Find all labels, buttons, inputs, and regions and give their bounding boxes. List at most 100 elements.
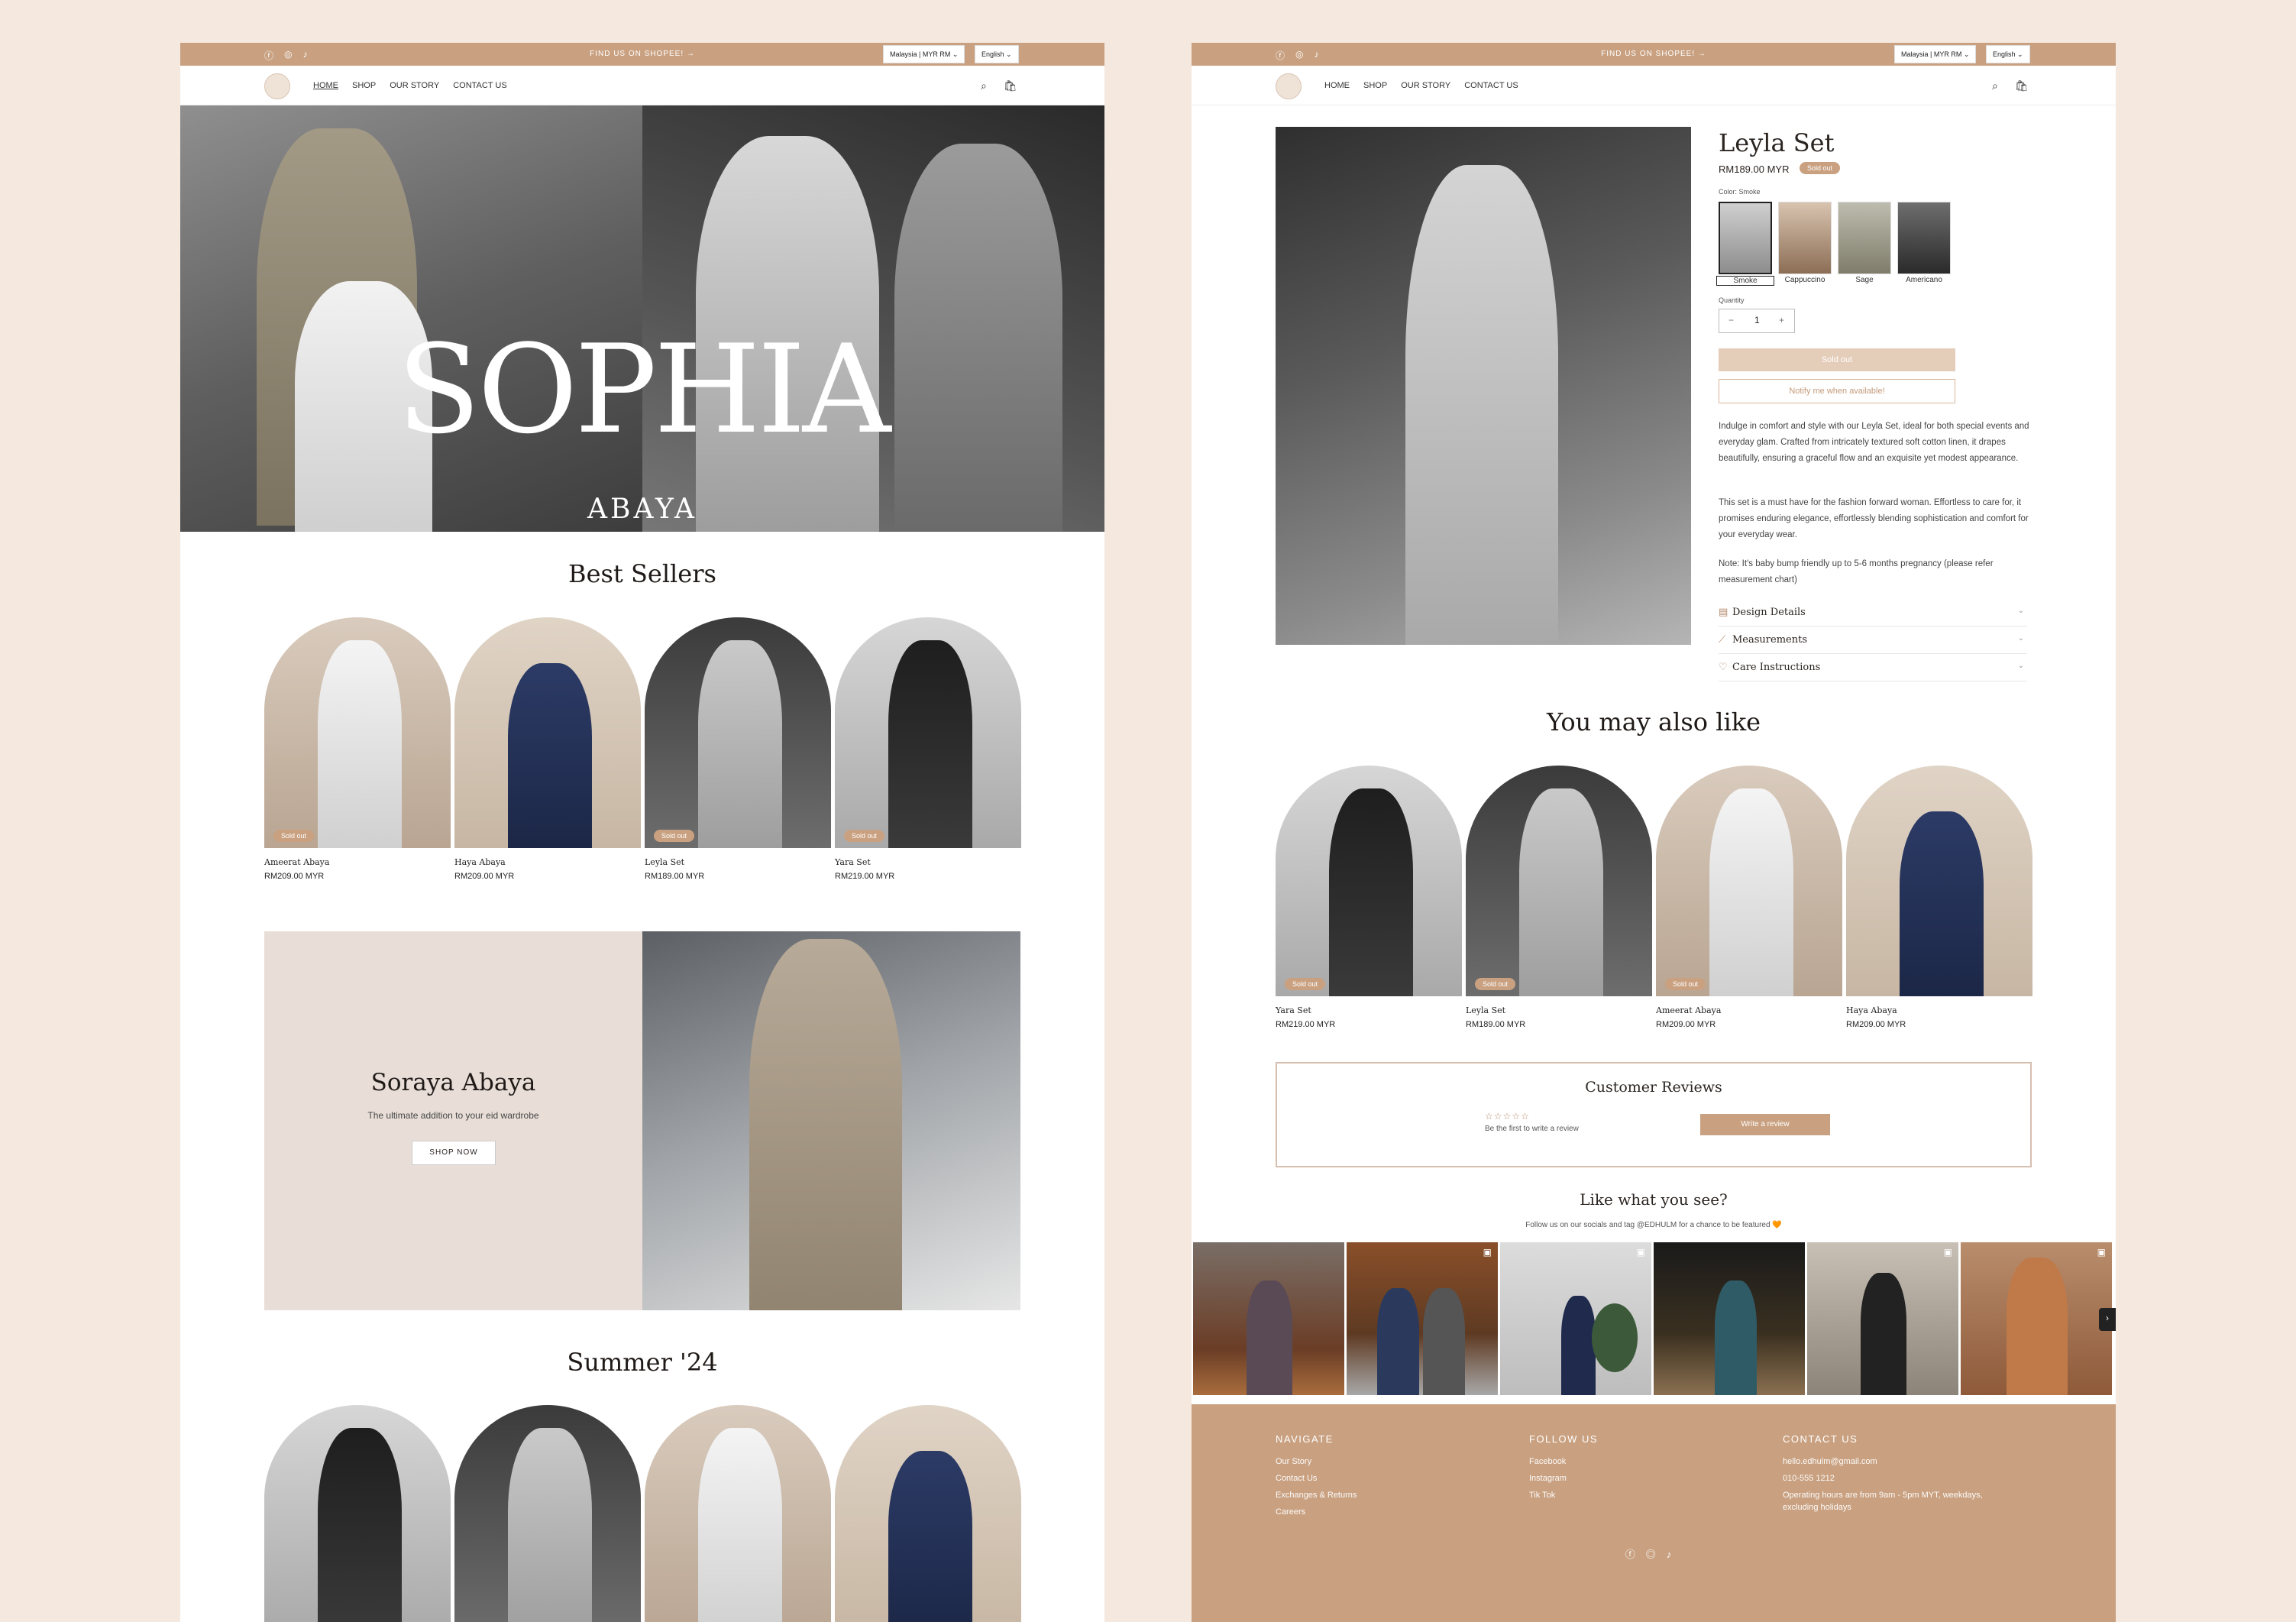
plus-icon[interactable]: +	[1779, 315, 1784, 325]
sold-out-badge: Sold out	[1800, 162, 1841, 174]
product-name[interactable]: Yara Set	[835, 857, 871, 867]
product-page-panel: ⓕ ◎ ♪ FIND US ON SHOPEE! → Malaysia | MY…	[1192, 43, 2116, 1622]
footer-link[interactable]: Careers	[1276, 1507, 1357, 1517]
chevron-down-icon: ⌄	[952, 50, 959, 58]
product-card[interactable]: Sold out	[1656, 766, 1842, 996]
product-card[interactable]	[454, 617, 641, 848]
instagram-post[interactable]: ▣	[1347, 1242, 1498, 1395]
shopee-link[interactable]: FIND US ON SHOPEE! →	[1539, 50, 1768, 58]
instagram-icon[interactable]: ◎	[284, 49, 292, 62]
instagram-post[interactable]: ▣	[1961, 1242, 2112, 1395]
product-card[interactable]: Sold out	[645, 617, 831, 848]
facebook-icon[interactable]: ⓕ	[264, 49, 273, 62]
tiktok-icon[interactable]: ♪	[1667, 1549, 1683, 1560]
product-card[interactable]	[835, 1405, 1021, 1622]
product-card[interactable]	[1846, 766, 2032, 996]
product-main-image[interactable]	[1276, 127, 1691, 645]
footer-link[interactable]: Our Story	[1276, 1457, 1357, 1466]
instagram-post[interactable]: ▣	[1807, 1242, 1958, 1395]
region-select[interactable]: Malaysia | MYR RM ⌄	[1894, 45, 1977, 63]
facebook-icon[interactable]: ⓕ	[1276, 49, 1285, 62]
footer-link[interactable]: Contact Us	[1276, 1474, 1357, 1483]
product-name[interactable]: Yara Set	[1276, 1005, 1311, 1015]
language-value: English	[981, 50, 1004, 58]
region-select[interactable]: Malaysia | MYR RM ⌄	[883, 45, 965, 63]
promo-text-block: Soraya Abaya The ultimate addition to yo…	[264, 931, 642, 1310]
instagram-icon[interactable]: ◎	[1295, 49, 1303, 62]
write-review-button[interactable]: Write a review	[1700, 1114, 1830, 1135]
instagram-post[interactable]: ▣	[1500, 1242, 1651, 1395]
footer-link[interactable]: Exchanges & Returns	[1276, 1491, 1357, 1500]
color-label: Color: Smoke	[1719, 188, 1761, 196]
product-name[interactable]: Ameerat Abaya	[1656, 1005, 1721, 1015]
carousel-next-button[interactable]: ›	[2099, 1308, 2116, 1331]
instagram-post[interactable]	[1193, 1242, 1344, 1395]
contact-email[interactable]: hello.edhulm@gmail.com	[1783, 1457, 2088, 1466]
shop-now-button[interactable]: SHOP NOW	[412, 1141, 496, 1165]
notify-button[interactable]: Notify me when available!	[1719, 379, 1955, 403]
minus-icon[interactable]: −	[1728, 315, 1734, 325]
product-card[interactable]: Sold out	[835, 617, 1021, 848]
social-title: Like what you see?	[1580, 1190, 1728, 1209]
footer-link[interactable]: Tik Tok	[1529, 1491, 1598, 1500]
swatch-americano[interactable]	[1897, 202, 1951, 274]
product-name[interactable]: Haya Abaya	[1846, 1005, 1897, 1015]
accordion-care[interactable]: ♡ Care Instructions ⌄	[1719, 654, 2027, 681]
nav-home[interactable]: HOME	[1324, 81, 1350, 90]
product-card[interactable]	[645, 1405, 831, 1622]
chevron-down-icon: ⌄	[1006, 50, 1012, 58]
accordion-design-details[interactable]: ▤ Design Details ⌄	[1719, 599, 2027, 626]
nav-shop[interactable]: SHOP	[352, 81, 376, 90]
footer-link[interactable]: Facebook	[1529, 1457, 1598, 1466]
product-price: RM209.00 MYR	[1656, 1020, 1716, 1029]
nav-contact[interactable]: CONTACT US	[453, 81, 507, 90]
search-icon[interactable]: ⌕	[981, 79, 987, 92]
nav-shop[interactable]: SHOP	[1363, 81, 1387, 90]
swatch-smoke[interactable]	[1719, 202, 1772, 274]
product-name[interactable]: Ameerat Abaya	[264, 857, 329, 867]
instagram-icon[interactable]: ◎	[1646, 1549, 1667, 1560]
social-icons: ⓕ ◎ ♪	[264, 49, 308, 62]
product-card[interactable]: Sold out	[1276, 766, 1462, 996]
product-price: RM189.00 MYR	[1466, 1020, 1526, 1029]
product-name[interactable]: Haya Abaya	[454, 857, 506, 867]
footer-navigate: NAVIGATE Our Story Contact Us Exchanges …	[1276, 1433, 1357, 1524]
product-card[interactable]: Sold out	[1466, 766, 1652, 996]
tiktok-icon[interactable]: ♪	[1315, 49, 1319, 62]
language-select[interactable]: English ⌄	[1986, 45, 2030, 63]
brand-logo[interactable]	[264, 73, 290, 99]
product-price: RM209.00 MYR	[264, 872, 325, 881]
social-subtitle: Follow us on our socials and tag @EDHULM…	[1525, 1221, 1782, 1229]
main-nav: HOME SHOP OUR STORY CONTACT US ⌕ 🛍	[180, 66, 1104, 105]
brand-logo[interactable]	[1276, 73, 1302, 99]
product-name[interactable]: Leyla Set	[1466, 1005, 1505, 1015]
accordion-label: Design Details	[1732, 607, 1806, 618]
swatch-cappuccino[interactable]	[1778, 202, 1832, 274]
product-card[interactable]	[264, 1405, 451, 1622]
accordion-measurements[interactable]: ⟋ Measurements ⌄	[1719, 626, 2027, 654]
search-icon[interactable]: ⌕	[1992, 79, 1998, 92]
instagram-post[interactable]	[1654, 1242, 1805, 1395]
nav-home[interactable]: HOME	[313, 81, 338, 90]
region-value: Malaysia | MYR RM	[890, 50, 951, 58]
sold-out-badge: Sold out	[844, 830, 885, 842]
tiktok-icon[interactable]: ♪	[303, 49, 308, 62]
nav-our-story[interactable]: OUR STORY	[1401, 81, 1450, 90]
product-card[interactable]	[454, 1405, 641, 1622]
sold-out-button[interactable]: Sold out	[1719, 348, 1955, 371]
product-name[interactable]: Leyla Set	[645, 857, 684, 867]
nav-our-story[interactable]: OUR STORY	[390, 81, 439, 90]
swatch-sage[interactable]	[1838, 202, 1891, 274]
language-select[interactable]: English ⌄	[975, 45, 1019, 63]
cart-icon[interactable]: 🛍	[1004, 79, 1017, 92]
cart-icon[interactable]: 🛍	[2015, 79, 2029, 92]
shopee-link[interactable]: FIND US ON SHOPEE! →	[528, 50, 757, 58]
social-icons: ⓕ ◎ ♪	[1276, 49, 1319, 62]
contact-phone[interactable]: 010-555 1212	[1783, 1474, 2088, 1483]
facebook-icon[interactable]: ⓕ	[1625, 1549, 1646, 1560]
product-price: RM209.00 MYR	[454, 872, 515, 881]
footer-link[interactable]: Instagram	[1529, 1474, 1598, 1483]
nav-contact[interactable]: CONTACT US	[1464, 81, 1518, 90]
quantity-stepper[interactable]: − 1 +	[1719, 309, 1795, 333]
product-card[interactable]: Sold out	[264, 617, 451, 848]
